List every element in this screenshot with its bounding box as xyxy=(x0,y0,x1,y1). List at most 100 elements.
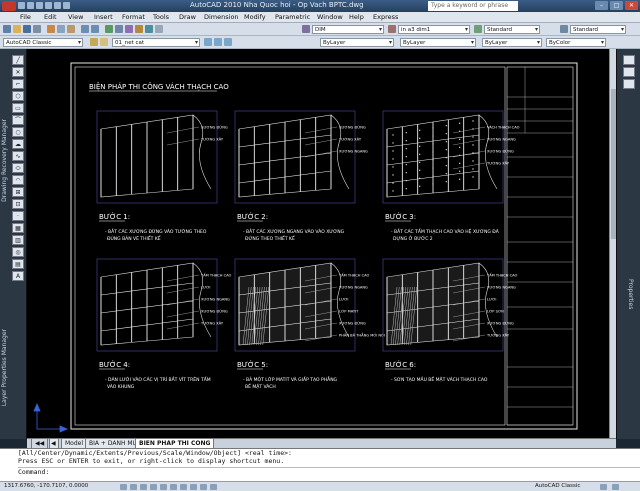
ellipse-arc-icon[interactable]: ◠ xyxy=(12,175,24,185)
insert-block-icon[interactable]: ⊞ xyxy=(12,187,24,197)
help-icon[interactable] xyxy=(155,25,163,33)
workspace-select[interactable]: AutoCAD Classic xyxy=(3,38,83,47)
arc-icon[interactable]: ⌒ xyxy=(12,115,24,125)
plot-icon[interactable] xyxy=(63,2,70,9)
osnap-icon[interactable] xyxy=(160,484,167,490)
grid-icon[interactable] xyxy=(130,484,137,490)
palette-close-icon[interactable] xyxy=(623,55,635,65)
ellipse-icon[interactable]: ⬭ xyxy=(12,163,24,173)
zoom-icon[interactable] xyxy=(115,25,123,33)
revision-cloud-icon[interactable]: ☁ xyxy=(12,139,24,149)
properties-icon[interactable] xyxy=(125,25,133,33)
new-icon[interactable] xyxy=(3,25,11,33)
layer-select[interactable]: 01_net cat xyxy=(112,38,200,47)
save-icon[interactable] xyxy=(36,2,43,9)
drawing-recovery-manager-label[interactable]: Drawing Recovery Manager xyxy=(1,119,8,202)
menu-edit[interactable]: Edit xyxy=(44,13,57,21)
clean-screen-icon[interactable] xyxy=(612,484,619,490)
color-select[interactable]: ByLayer xyxy=(320,38,394,47)
menu-format[interactable]: Format xyxy=(122,13,145,21)
screw-dot xyxy=(432,159,434,161)
point-icon[interactable]: · xyxy=(12,211,24,221)
lineweight-icon[interactable] xyxy=(200,484,207,490)
multileader-style-select[interactable]: Standard xyxy=(570,25,626,34)
dimension-style-select[interactable]: DIM xyxy=(312,25,384,34)
command-input[interactable]: Command: xyxy=(18,467,640,476)
application-menu-button[interactable] xyxy=(2,1,16,11)
rectangle-icon[interactable]: ▭ xyxy=(12,103,24,113)
menu-parametric[interactable]: Parametric xyxy=(275,13,310,21)
screw-dot xyxy=(432,151,434,153)
open-icon[interactable] xyxy=(13,25,21,33)
drawing-canvas[interactable]: BIỆN PHÁP THI CÔNG VÁCH THẠCH CAO XƯƠNG … xyxy=(27,49,616,438)
make-current-icon[interactable] xyxy=(204,38,212,46)
ducs-icon[interactable] xyxy=(180,484,187,490)
plotstyle-select[interactable]: ByColor xyxy=(546,38,606,47)
new-icon[interactable] xyxy=(18,2,25,9)
palette-options-icon[interactable] xyxy=(623,79,635,89)
layer-state-icon[interactable] xyxy=(100,38,108,46)
text-style-select[interactable]: in a3 dim1 xyxy=(398,25,470,34)
maximize-button[interactable]: □ xyxy=(610,1,623,10)
gradient-icon[interactable]: ▥ xyxy=(12,235,24,245)
copy-icon[interactable] xyxy=(57,25,65,33)
otrack-icon[interactable] xyxy=(170,484,177,490)
screw-dot xyxy=(405,147,408,150)
polyline-icon[interactable]: ⌐ xyxy=(12,79,24,89)
polygon-icon[interactable]: ⬡ xyxy=(12,91,24,101)
open-icon[interactable] xyxy=(27,2,34,9)
snap-icon[interactable] xyxy=(120,484,127,490)
undo-icon[interactable] xyxy=(81,25,89,33)
vertical-scrollbar[interactable] xyxy=(609,49,616,438)
hatch-icon[interactable]: ▦ xyxy=(12,223,24,233)
pan-icon[interactable] xyxy=(105,25,113,33)
dyn-icon[interactable] xyxy=(190,484,197,490)
layer-properties-icon[interactable] xyxy=(90,38,98,46)
quick-access-toolbar xyxy=(18,2,118,10)
properties-palette-label[interactable]: Properties xyxy=(627,279,634,309)
menu-file[interactable]: File xyxy=(20,13,31,21)
callout-label: TƯỜNG XÂY xyxy=(486,333,510,338)
menu-express[interactable]: Express xyxy=(373,13,398,21)
redo-icon[interactable] xyxy=(54,2,61,9)
menu-draw[interactable]: Draw xyxy=(179,13,196,21)
menu-modify[interactable]: Modify xyxy=(244,13,266,21)
circle-icon[interactable]: ○ xyxy=(12,127,24,137)
menu-dimension[interactable]: Dimension xyxy=(204,13,239,21)
multiline-text-icon[interactable]: A xyxy=(12,271,24,281)
table-style-select[interactable]: Standard xyxy=(484,25,540,34)
spline-icon[interactable]: ∿ xyxy=(12,151,24,161)
design-center-icon[interactable] xyxy=(135,25,143,33)
menu-view[interactable]: View xyxy=(68,13,83,21)
close-button[interactable]: ✕ xyxy=(625,1,638,10)
print-icon[interactable] xyxy=(33,25,41,33)
tool-palettes-icon[interactable] xyxy=(145,25,153,33)
redo-icon[interactable] xyxy=(91,25,99,33)
line-icon[interactable]: ╱ xyxy=(12,55,24,65)
layer-previous-icon[interactable] xyxy=(214,38,222,46)
make-block-icon[interactable]: ⊡ xyxy=(12,199,24,209)
lineweight-select[interactable]: ByLayer xyxy=(482,38,542,47)
paste-icon[interactable] xyxy=(67,25,75,33)
linetype-select[interactable]: ByLayer xyxy=(400,38,476,47)
lock-icon[interactable] xyxy=(600,484,607,490)
layer-match-icon[interactable] xyxy=(224,38,232,46)
cut-icon[interactable] xyxy=(47,25,55,33)
save-icon[interactable] xyxy=(23,25,31,33)
palette-autohide-icon[interactable] xyxy=(623,67,635,77)
ortho-icon[interactable] xyxy=(140,484,147,490)
table-icon[interactable]: ▤ xyxy=(12,259,24,269)
region-icon[interactable]: ◎ xyxy=(12,247,24,257)
undo-icon[interactable] xyxy=(45,2,52,9)
menu-tools[interactable]: Tools xyxy=(153,13,169,21)
minimize-button[interactable]: – xyxy=(595,1,608,10)
layer-properties-manager-label[interactable]: Layer Properties Manager xyxy=(1,329,8,406)
menu-insert[interactable]: Insert xyxy=(94,13,113,21)
workspace-switch[interactable]: AutoCAD Classic xyxy=(535,483,580,489)
menu-help[interactable]: Help xyxy=(349,13,364,21)
polar-icon[interactable] xyxy=(150,484,157,490)
search-input[interactable]: Type a keyword or phrase xyxy=(428,1,518,11)
menu-window[interactable]: Window xyxy=(317,13,343,21)
quick-properties-icon[interactable] xyxy=(210,484,217,490)
construction-line-icon[interactable]: ✕ xyxy=(12,67,24,77)
